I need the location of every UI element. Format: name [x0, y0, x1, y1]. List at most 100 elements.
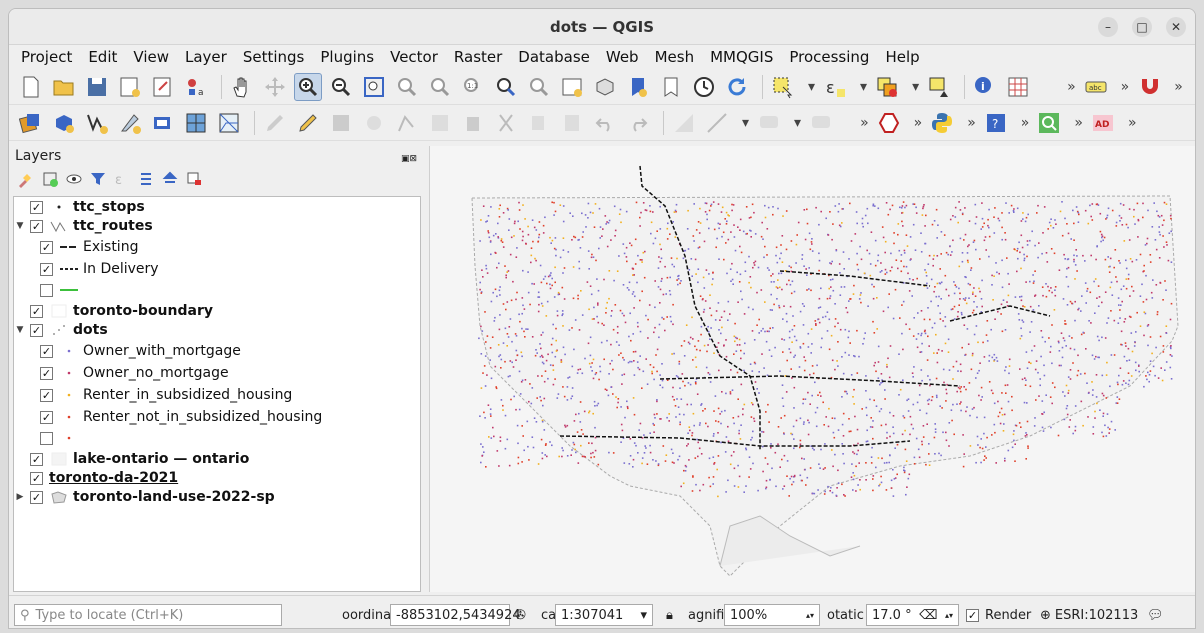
layer-checkbox[interactable]: ✓ [30, 452, 43, 466]
menu-edit[interactable]: Edit [80, 45, 125, 69]
new-map-view-icon[interactable] [558, 73, 586, 101]
menu-raster[interactable]: Raster [446, 45, 510, 69]
select-location-icon[interactable] [925, 73, 953, 101]
lock-scale-icon[interactable]: 🔒︎ [666, 604, 673, 626]
layer-checkbox[interactable]: ✓ [30, 200, 43, 214]
mouse-coordinates-icon[interactable]: ✇ [515, 604, 526, 626]
select-features-icon[interactable] [769, 73, 797, 101]
legend-owner-with-mortgage[interactable]: ✓ Owner_with_mortgage [36, 341, 241, 361]
snapping-icon[interactable] [1135, 73, 1163, 101]
locator-bar[interactable]: ⚲ Type to locate (Ctrl+K) [14, 604, 282, 626]
show-bookmarks-icon[interactable] [657, 73, 685, 101]
menu-mesh[interactable]: Mesh [647, 45, 703, 69]
panel-float-close-buttons[interactable]: ▣⊠ [401, 149, 417, 169]
legend-checkbox[interactable]: ✓ [40, 240, 53, 254]
menu-mmqgis[interactable]: MMQGIS [702, 45, 781, 69]
layer-checkbox[interactable]: ✓ [30, 219, 43, 233]
open-project-icon[interactable] [50, 73, 78, 101]
scale-field[interactable]: 1:307041 ▾ [555, 604, 653, 626]
visibility-eye-icon[interactable] [65, 170, 83, 188]
data-source-manager-icon[interactable] [17, 109, 45, 137]
crs-button[interactable]: ⊕ ESRI:102113 [1040, 604, 1138, 626]
label-tool-icon[interactable]: abc [1082, 73, 1110, 101]
zoom-next-icon[interactable] [525, 73, 553, 101]
refresh-icon[interactable] [723, 73, 751, 101]
legend-renter-not-subsidized[interactable]: ✓ Renter_not_in_subsidized_housing [36, 407, 322, 427]
maximize-button[interactable]: □ [1132, 17, 1152, 37]
messages-icon[interactable]: 💬︎ [1147, 604, 1164, 626]
new-temp-layer-icon[interactable] [116, 109, 144, 137]
layer-toronto-da-2021[interactable]: ✓ toronto-da-2021 [14, 468, 178, 488]
select-by-expression-icon[interactable]: ε [821, 73, 849, 101]
spin-arrows-icon[interactable]: ▴▾ [945, 611, 953, 620]
menu-database[interactable]: Database [510, 45, 598, 69]
legend-checkbox[interactable]: ✓ [40, 262, 53, 276]
menu-settings[interactable]: Settings [235, 45, 313, 69]
legend-owner-no-mortgage[interactable]: ✓ Owner_no_mortgage [36, 363, 229, 383]
collapse-arrow-icon[interactable]: ▼ [14, 325, 26, 335]
layer-toronto-boundary[interactable]: ✓ toronto-boundary [14, 301, 213, 321]
zoom-layer-icon[interactable] [426, 73, 454, 101]
layer-toronto-land-use[interactable]: ▶ ✓ toronto-land-use-2022-sp [14, 487, 275, 507]
expand-all-icon[interactable] [137, 170, 155, 188]
polygon-plugin-icon[interactable] [875, 109, 903, 137]
save-as-icon[interactable] [116, 73, 144, 101]
layer-ttc-stops[interactable]: ✓ ttc_stops [14, 197, 145, 217]
layer-checkbox[interactable]: ✓ [30, 304, 43, 318]
legend-existing[interactable]: ✓ Existing [36, 237, 138, 257]
print-layout-icon[interactable] [149, 73, 177, 101]
menu-processing[interactable]: Processing [781, 45, 877, 69]
new-geopackage-icon[interactable] [50, 109, 78, 137]
legend-checkbox[interactable] [40, 431, 53, 445]
pan-hand-icon[interactable] [228, 73, 256, 101]
zoom-full-icon[interactable] [360, 73, 388, 101]
temporal-controller-icon[interactable] [690, 73, 718, 101]
remove-layer-icon[interactable] [185, 170, 203, 188]
new-raster-icon[interactable] [182, 109, 210, 137]
layer-dots[interactable]: ▼ ✓ dots [14, 320, 108, 340]
chevron-down-icon[interactable]: ▾ [640, 608, 647, 623]
new-shapefile-icon[interactable] [83, 109, 111, 137]
style-brush-icon[interactable] [17, 170, 35, 188]
render-checkbox[interactable]: ✓ [966, 608, 979, 622]
zoom-native-icon[interactable]: 1:1 [459, 73, 487, 101]
deselect-icon[interactable] [873, 73, 901, 101]
legend-renter-subsidized[interactable]: ✓ Renter_in_subsidized_housing [36, 385, 292, 405]
zoom-in-icon[interactable] [294, 72, 322, 101]
new-virtual-layer-icon[interactable] [149, 109, 177, 137]
zoom-out-icon[interactable] [327, 73, 355, 101]
new-mesh-icon[interactable] [215, 109, 243, 137]
new-project-icon[interactable] [17, 73, 45, 101]
magnifier-field[interactable]: 100% ▴▾ [724, 604, 820, 626]
menu-view[interactable]: View [125, 45, 177, 69]
legend-checkbox[interactable]: ✓ [40, 388, 53, 402]
legend-green-line[interactable] [36, 280, 83, 300]
close-button[interactable]: ✕ [1166, 17, 1186, 37]
legend-in-delivery[interactable]: ✓ In Delivery [36, 259, 159, 279]
toggle-editing-icon[interactable] [294, 109, 322, 137]
expand-arrow-icon[interactable]: ▶ [14, 492, 26, 502]
identify-icon[interactable]: i [971, 73, 999, 101]
legend-checkbox[interactable]: ✓ [40, 366, 53, 380]
layer-checkbox[interactable]: ✓ [30, 490, 43, 504]
layer-ttc-routes[interactable]: ▼ ✓ ttc_routes [14, 216, 153, 236]
menu-layer[interactable]: Layer [177, 45, 235, 69]
legend-checkbox[interactable]: ✓ [40, 344, 53, 358]
toronto-dot-density-map[interactable] [430, 146, 1196, 592]
menu-project[interactable]: Project [13, 45, 80, 69]
spin-arrows-icon[interactable]: ▴▾ [806, 611, 814, 620]
legend-other[interactable] [36, 428, 83, 448]
clear-icon[interactable]: ⌫ [919, 608, 937, 623]
menu-vector[interactable]: Vector [382, 45, 446, 69]
render-toggle[interactable]: ✓ Render [966, 604, 1031, 626]
python-console-icon[interactable] [928, 109, 956, 137]
menu-help[interactable]: Help [877, 45, 927, 69]
layer-lake-ontario[interactable]: ✓ lake-ontario — ontario [14, 449, 249, 469]
menu-plugins[interactable]: Plugins [312, 45, 382, 69]
new-3d-view-icon[interactable] [591, 73, 619, 101]
processing-search-icon[interactable] [1035, 109, 1063, 137]
map-canvas[interactable] [429, 146, 1195, 592]
style-manager-icon[interactable]: a [182, 73, 210, 101]
legend-checkbox[interactable] [40, 283, 53, 297]
minimize-button[interactable]: – [1098, 17, 1118, 37]
